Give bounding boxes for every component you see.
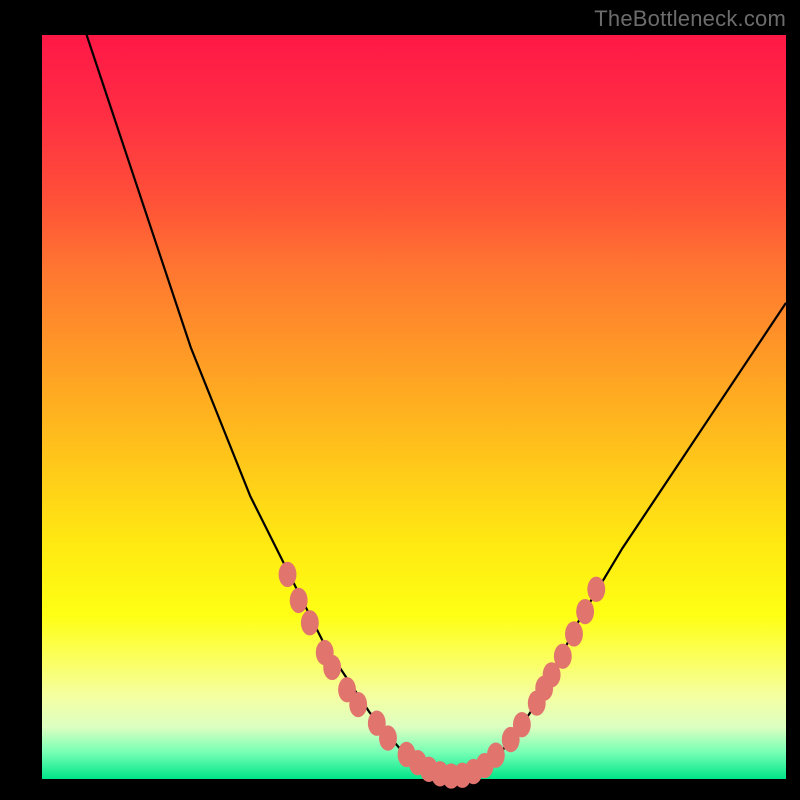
data-marker xyxy=(565,621,583,646)
chart-frame: TheBottleneck.com xyxy=(0,0,800,800)
data-marker xyxy=(323,655,341,680)
data-marker xyxy=(487,743,505,768)
data-marker xyxy=(301,610,319,635)
data-marker xyxy=(349,692,367,717)
data-marker xyxy=(379,725,397,750)
data-marker xyxy=(513,712,531,737)
chart-svg xyxy=(42,35,786,779)
watermark-text: TheBottleneck.com xyxy=(594,6,786,32)
data-marker xyxy=(576,599,594,624)
data-markers xyxy=(279,562,606,789)
data-marker xyxy=(290,588,308,613)
data-marker xyxy=(554,644,572,669)
data-marker xyxy=(587,577,605,602)
plot-area xyxy=(42,35,786,779)
data-marker xyxy=(279,562,297,587)
bottleneck-curve xyxy=(87,35,786,775)
